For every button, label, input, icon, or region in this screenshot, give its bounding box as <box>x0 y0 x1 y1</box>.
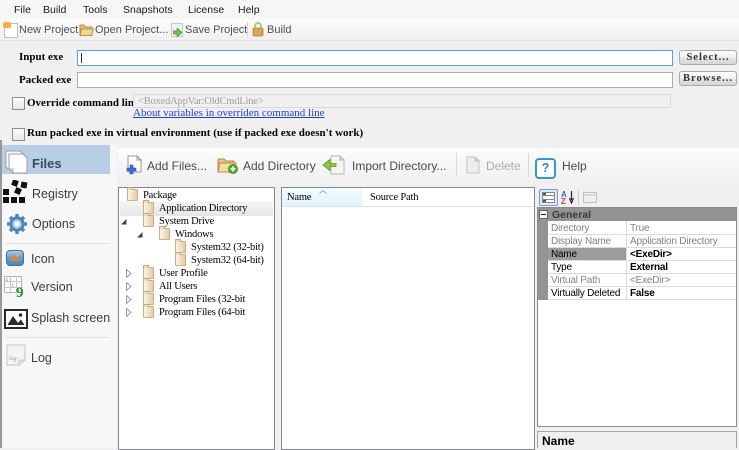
svg-text:log: log <box>9 356 17 362</box>
